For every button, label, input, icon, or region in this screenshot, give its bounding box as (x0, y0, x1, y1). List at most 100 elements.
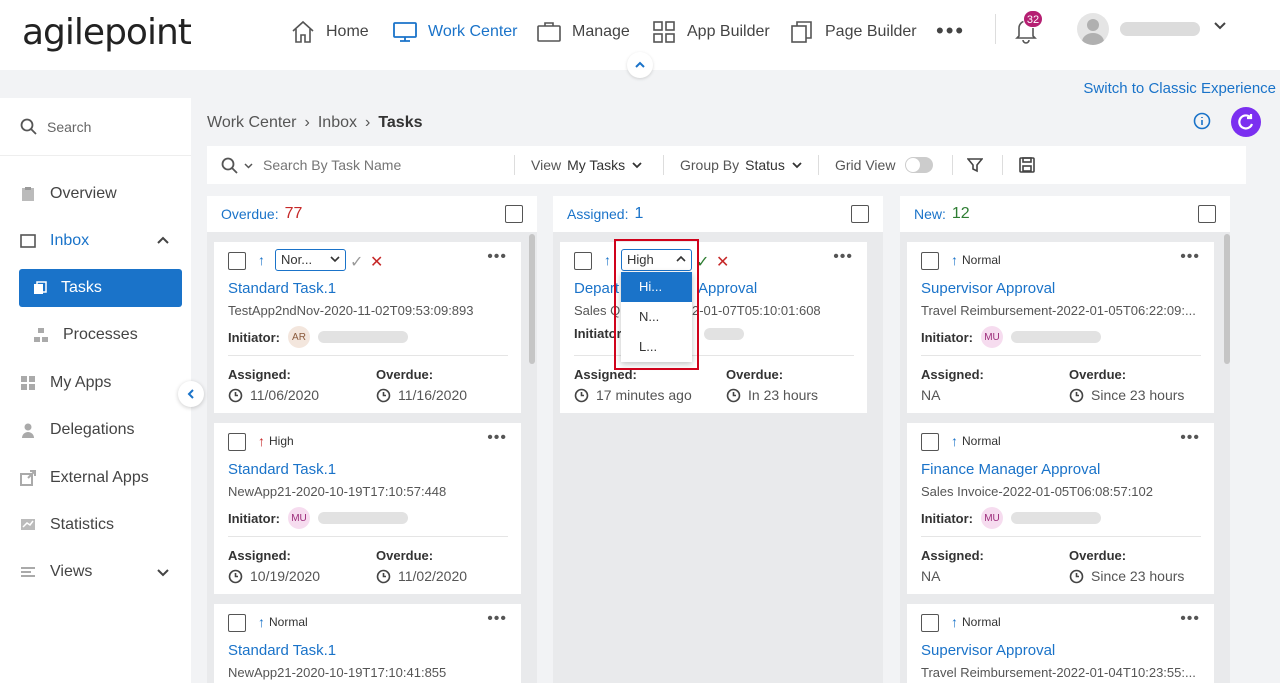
user-name-redacted[interactable] (1120, 22, 1200, 36)
grid-view-toggle[interactable]: Grid View (835, 146, 934, 184)
nav-home[interactable]: Home (290, 18, 369, 46)
breadcrumb-work-center[interactable]: Work Center (207, 114, 297, 132)
task-card[interactable]: ↑ Nor... ✓ ✕ ••• Standard Task.1 TestApp… (214, 242, 521, 413)
sidebar-item-processes[interactable]: Processes (19, 316, 182, 354)
sidebar-search[interactable]: Search (20, 118, 91, 135)
refresh-button[interactable] (1231, 107, 1261, 137)
task-search[interactable] (221, 146, 483, 184)
chevron-up-icon (635, 61, 645, 68)
overdue-date-value: 11/02/2020 (398, 568, 468, 584)
priority-text: Normal (962, 615, 1001, 629)
sidebar-item-delegations[interactable]: Delegations (20, 418, 180, 442)
initiator-name-redacted (704, 327, 744, 340)
task-checkbox[interactable] (921, 433, 939, 451)
task-card[interactable]: ↑ Normal ••• Standard Task.1 NewApp21-202… (214, 604, 521, 683)
close-icon[interactable]: ✕ (716, 252, 729, 272)
user-avatar[interactable] (1077, 13, 1109, 45)
switch-classic-link[interactable]: Switch to Classic Experience (1083, 80, 1276, 97)
task-checkbox[interactable] (921, 252, 939, 270)
sidebar-item-my-apps[interactable]: My Apps (20, 371, 180, 395)
new-scrollbar[interactable] (1224, 234, 1230, 364)
collapse-header-button[interactable] (627, 52, 653, 78)
grid-view-label: Grid View (835, 157, 896, 173)
task-title-end[interactable]: Approval (698, 280, 757, 297)
sidebar-item-views[interactable]: Views (20, 560, 180, 584)
arrow-up-icon: ↑ (951, 252, 958, 268)
assigned-select-all-checkbox[interactable] (851, 205, 869, 223)
task-checkbox[interactable] (574, 252, 592, 270)
breadcrumb-inbox[interactable]: Inbox (318, 114, 357, 132)
nav-manage[interactable]: Manage (536, 18, 630, 46)
task-title[interactable]: Supervisor Approval (921, 280, 1055, 297)
more-options-button[interactable]: ••• (1180, 610, 1200, 628)
inbox-icon (20, 234, 36, 248)
grid-view-switch[interactable] (905, 157, 934, 173)
sidebar-item-overview[interactable]: Overview (20, 182, 180, 206)
nav-page-builder[interactable]: Page Builder (789, 18, 917, 46)
overdue-label: Overdue: (1069, 367, 1127, 382)
sidebar-item-inbox[interactable]: Inbox (20, 229, 180, 253)
task-title[interactable]: Standard Task.1 (228, 461, 336, 478)
priority-indicator: ↑ Normal (258, 614, 308, 630)
sidebar-collapse-button[interactable] (178, 381, 204, 407)
task-checkbox[interactable] (228, 614, 246, 632)
new-select-all-checkbox[interactable] (1198, 205, 1216, 223)
clock-icon (574, 388, 589, 402)
view-value: My Tasks (567, 157, 626, 173)
task-title[interactable]: Supervisor Approval (921, 642, 1055, 659)
priority-option-normal[interactable]: N... (621, 302, 692, 332)
sidebar-item-external-apps[interactable]: External Apps (20, 466, 180, 490)
arrow-up-icon: ↑ (258, 433, 265, 449)
task-checkbox[interactable] (228, 433, 246, 451)
priority-select[interactable]: Nor... (275, 249, 346, 271)
briefcase-icon (537, 22, 561, 42)
task-instance: Travel Reimbursement-2022-01-04T10:23:55… (921, 665, 1196, 680)
overdue-select-all-checkbox[interactable] (505, 205, 523, 223)
save-view-button[interactable] (1019, 146, 1035, 184)
task-search-input[interactable] (263, 157, 483, 173)
priority-option-low[interactable]: L... (621, 332, 692, 362)
info-icon[interactable] (1193, 112, 1211, 130)
task-checkbox[interactable] (921, 614, 939, 632)
task-checkbox[interactable] (228, 252, 246, 270)
agilepoint-logo[interactable]: agilepoint (22, 12, 192, 53)
task-title-start[interactable]: Depart (574, 280, 619, 297)
more-options-button[interactable]: ••• (1180, 429, 1200, 447)
filter-button[interactable] (967, 146, 983, 184)
nav-more-button[interactable]: ••• (936, 18, 965, 44)
sidebar-item-tasks[interactable]: Tasks (19, 269, 182, 307)
overdue-scrollbar[interactable] (529, 234, 535, 364)
chevron-left-icon (187, 389, 194, 399)
chevron-down-icon[interactable] (1212, 18, 1228, 34)
assigned-value: NA (921, 387, 941, 403)
chevron-up-icon[interactable] (156, 234, 170, 248)
task-card[interactable]: ↑ Normal ••• Finance Manager Approval Sal… (907, 423, 1214, 594)
priority-option-high[interactable]: Hi... (621, 272, 692, 302)
more-options-button[interactable]: ••• (833, 248, 853, 266)
task-card[interactable]: ↑ High ••• Standard Task.1 NewApp21-2020-… (214, 423, 521, 594)
more-options-button[interactable]: ••• (1180, 248, 1200, 266)
more-options-button[interactable]: ••• (487, 429, 507, 447)
sidebar-item-statistics[interactable]: Statistics (20, 513, 180, 537)
check-icon[interactable]: ✓ (696, 252, 709, 272)
task-card[interactable]: ↑ Normal ••• Supervisor Approval Travel R… (907, 242, 1214, 413)
more-options-button[interactable]: ••• (487, 610, 507, 628)
task-title[interactable]: Finance Manager Approval (921, 461, 1100, 478)
task-card[interactable]: ↑ Normal ••• Supervisor Approval Travel R… (907, 604, 1214, 683)
task-title[interactable]: Standard Task.1 (228, 642, 336, 659)
priority-select-value: Nor... (281, 252, 313, 267)
view-select[interactable]: View My Tasks (531, 146, 643, 184)
initiator-label: Initiator: (921, 510, 973, 526)
close-icon[interactable]: ✕ (370, 252, 383, 272)
nav-work-center[interactable]: Work Center (392, 18, 518, 46)
nav-app-builder[interactable]: App Builder (651, 18, 770, 46)
priority-select[interactable]: High (621, 249, 692, 271)
task-card[interactable]: ↑ High ✓ ✕ ••• Depart Approval Sales Q 2… (560, 242, 867, 413)
chevron-down-icon[interactable] (156, 565, 170, 579)
more-options-button[interactable]: ••• (487, 248, 507, 266)
group-by-select[interactable]: Group By Status (680, 146, 803, 184)
assigned-count: 1 (634, 205, 644, 222)
task-title[interactable]: Standard Task.1 (228, 280, 336, 297)
priority-dropdown: Hi... N... L... (621, 272, 692, 362)
check-icon[interactable]: ✓ (350, 252, 363, 272)
